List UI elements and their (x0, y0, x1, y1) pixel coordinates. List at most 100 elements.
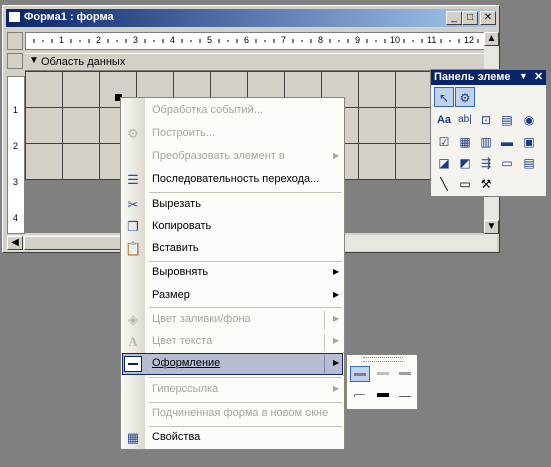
vertical-ruler: 1 2 3 4 (7, 76, 25, 234)
tab-control-tool-icon[interactable]: ▭ (497, 153, 517, 173)
menu-item-fill-color[interactable]: ◈ Цвет заливки/фона ▶ (121, 309, 344, 331)
toolbox-menu-icon[interactable]: ▼ (519, 71, 528, 81)
image-tool-icon[interactable]: ▣ (519, 132, 539, 152)
option-button-tool-icon[interactable]: ◉ (519, 110, 539, 130)
rectangle-tool-icon[interactable]: ▭ (455, 174, 475, 194)
toolbox-close-icon[interactable]: ✕ (534, 70, 543, 83)
split-divider (324, 311, 325, 329)
page-break-tool-icon[interactable]: ⇶ (476, 153, 496, 173)
label-tool-icon[interactable]: Aa (434, 110, 454, 130)
toolbox-title: Панель элеме (434, 71, 511, 83)
menu-item-special-effect[interactable]: Оформление ▶ (121, 353, 344, 375)
close-button[interactable]: ✕ (480, 11, 496, 25)
line-tool-icon[interactable]: ╲ (434, 174, 454, 194)
menu-item-copy[interactable]: ❐ Копировать (121, 216, 344, 238)
pointer-tool-icon[interactable]: ↖ (434, 87, 454, 107)
toolbox-panel: Панель элеме ▼ ✕ ↖ ⚙ Aa ab| ⊡ ▤ ◉ ☑ ▦ ▥ … (430, 69, 547, 197)
scroll-left-button[interactable]: ◀ (7, 236, 23, 250)
menu-item-properties[interactable]: ▦ Свойства (121, 427, 344, 449)
ruler-number: 9 (355, 35, 361, 45)
menu-item-label: Выровнять (152, 266, 209, 278)
menu-item-font-color[interactable]: A Цвет текста ▶ (121, 331, 344, 353)
ruler-number: 1 (59, 35, 65, 45)
effect-flat-option[interactable] (350, 366, 370, 382)
menu-item-label: Свойства (152, 431, 201, 443)
menu-item-event-builder[interactable]: Обработка событий... (121, 100, 344, 122)
section-arrow-icon: ▼ (29, 55, 39, 66)
menu-separator (149, 307, 342, 308)
maximize-button[interactable]: □ (462, 11, 478, 25)
submenu-arrow-icon: ▶ (333, 314, 340, 323)
more-controls-tool-icon[interactable]: ⚒ (476, 174, 496, 194)
unbound-frame-tool-icon[interactable]: ◪ (434, 153, 454, 173)
context-menu: Обработка событий... ⚙ Построить... Прео… (120, 97, 345, 450)
submenu-arrow-icon: ▶ (333, 290, 340, 299)
menu-item-label: Подчиненная форма в новом окне (152, 407, 329, 419)
menu-item-label: Обработка событий... (152, 104, 263, 116)
menu-item-tab-order[interactable]: ☰ Последовательность перехода... (121, 169, 344, 191)
ruler-number: 7 (281, 35, 287, 45)
scroll-up-button[interactable]: ▲ (484, 32, 499, 46)
horizontal-ruler: 1 2 3 4 5 6 7 8 9 10 11 12 (25, 32, 495, 50)
menu-item-label: Копировать (152, 220, 212, 232)
menu-item-subform-new-window[interactable]: Подчиненная форма в новом окне (121, 403, 344, 425)
effect-shadowed-option[interactable] (373, 388, 393, 404)
submenu-arrow-icon: ▶ (333, 384, 340, 393)
section-label: Область данных (41, 56, 126, 68)
form-title-bar[interactable]: Форма1 : форма _ □ ✕ (6, 9, 496, 27)
submenu-grip[interactable] (363, 357, 403, 362)
effect-chiseled-option[interactable] (395, 388, 415, 404)
menu-item-cut[interactable]: ✂ Вырезать (121, 194, 344, 216)
menu-separator (149, 192, 342, 193)
scroll-down-button[interactable]: ▼ (484, 220, 499, 234)
ruler-number: 10 (390, 35, 401, 45)
menu-item-size[interactable]: Размер ▶ (121, 285, 344, 307)
menu-item-label: Последовательность перехода... (152, 173, 320, 185)
menu-item-label: Оформление (152, 357, 221, 369)
paste-icon: 📋 (125, 241, 142, 256)
command-button-tool-icon[interactable]: ▬ (497, 132, 517, 152)
listbox-tool-icon[interactable]: ▥ (476, 132, 496, 152)
submenu-arrow-icon: ▶ (333, 151, 340, 160)
submenu-arrow-icon: ▶ (333, 336, 340, 345)
menu-item-align[interactable]: Выровнять ▶ (121, 262, 344, 284)
combobox-tool-icon[interactable]: ▦ (455, 132, 475, 152)
menu-item-label: Вырезать (152, 198, 201, 210)
bound-frame-tool-icon[interactable]: ◩ (455, 153, 475, 173)
build-icon: ⚙ (127, 126, 139, 141)
form-title: Форма1 : форма (24, 11, 114, 23)
section-selector[interactable] (7, 53, 23, 69)
checkbox-tool-icon[interactable]: ☑ (434, 132, 454, 152)
ruler-corner[interactable] (7, 32, 23, 50)
menu-item-paste[interactable]: 📋 Вставить (121, 238, 344, 260)
subform-tool-icon[interactable]: ▤ (519, 153, 539, 173)
toolbox-title-bar[interactable]: Панель элеме ▼ ✕ (431, 70, 546, 85)
submenu-arrow-icon: ▶ (333, 358, 340, 367)
vruler-number: 3 (13, 177, 19, 187)
ruler-number: 3 (133, 35, 139, 45)
ruler-number: 12 (464, 35, 475, 45)
menu-item-hyperlink[interactable]: Гиперссылка ▶ (121, 379, 344, 401)
minimize-button[interactable]: _ (446, 11, 462, 25)
menu-item-label: Вставить (152, 242, 199, 254)
form-icon (8, 11, 21, 23)
scroll-thumb[interactable] (24, 236, 124, 250)
ruler-number: 5 (207, 35, 213, 45)
wizard-tool-icon[interactable]: ⚙ (455, 87, 475, 107)
textbox-tool-icon[interactable]: ab| (455, 110, 475, 130)
tab-order-icon: ☰ (127, 172, 139, 187)
toggle-tool-icon[interactable]: ▤ (497, 110, 517, 130)
option-group-tool-icon[interactable]: ⊡ (476, 110, 496, 130)
effect-raised-option[interactable] (373, 366, 393, 382)
ruler-number: 6 (244, 35, 250, 45)
split-divider (324, 333, 325, 351)
menu-item-label: Цвет текста (152, 335, 213, 347)
section-header-detail[interactable]: ▼ Область данных (25, 53, 495, 71)
menu-item-label: Размер (152, 289, 190, 301)
menu-item-build[interactable]: ⚙ Построить... (121, 123, 344, 145)
ruler-number: 2 (96, 35, 102, 45)
effect-etched-option[interactable] (350, 388, 370, 404)
effect-sunken-option[interactable] (395, 366, 415, 382)
menu-item-change-to[interactable]: Преобразовать элемент в ▶ (121, 146, 344, 168)
special-effect-icon (124, 356, 142, 372)
